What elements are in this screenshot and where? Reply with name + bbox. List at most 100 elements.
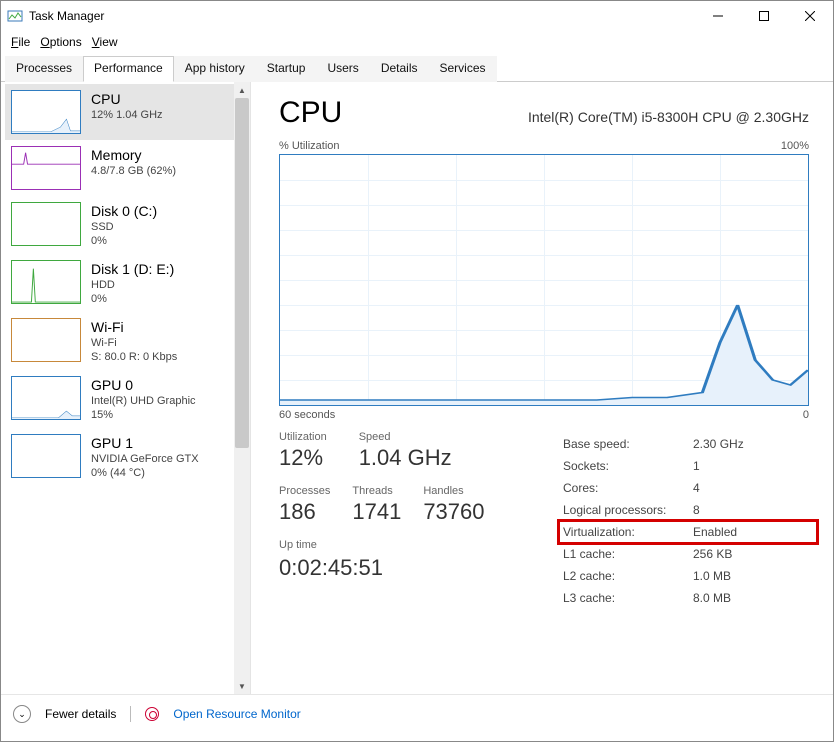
sidebar-item-wifi[interactable]: Wi-Fi Wi-Fi S: 80.0 R: 0 Kbps	[5, 312, 250, 370]
threads-value: 1741	[352, 499, 401, 525]
spec-row: L2 cache:1.0 MB	[563, 565, 809, 587]
collapse-icon[interactable]: ⌄	[13, 705, 31, 723]
spec-row: Virtualization:Enabled	[563, 521, 809, 543]
sidebar-sub: SSD	[91, 220, 157, 234]
spec-key: Cores:	[563, 481, 693, 495]
sidebar-label: GPU 1	[91, 434, 199, 452]
scroll-up-icon[interactable]: ▲	[234, 82, 250, 98]
scroll-down-icon[interactable]: ▼	[234, 678, 250, 694]
spec-value: 1.0 MB	[693, 569, 809, 583]
resource-monitor-icon[interactable]	[145, 707, 159, 721]
tab-strip: Processes Performance App history Startu…	[1, 55, 833, 82]
tab-processes[interactable]: Processes	[5, 56, 83, 82]
spec-key: Base speed:	[563, 437, 693, 451]
speed-value: 1.04 GHz	[359, 445, 452, 471]
spec-row: Sockets:1	[563, 455, 809, 477]
sidebar-label: Memory	[91, 146, 176, 164]
spec-value: 4	[693, 481, 809, 495]
sidebar-item-gpu0[interactable]: GPU 0 Intel(R) UHD Graphic 15%	[5, 370, 250, 428]
sidebar-label: GPU 0	[91, 376, 196, 394]
util-value: 12%	[279, 445, 327, 471]
maximize-button[interactable]	[741, 1, 787, 31]
sidebar-sub: Wi-Fi	[91, 336, 177, 350]
sidebar-item-cpu[interactable]: CPU 12% 1.04 GHz	[5, 84, 250, 140]
spec-value: Enabled	[693, 525, 809, 539]
sidebar-sub: 12% 1.04 GHz	[91, 108, 163, 122]
spec-row: Base speed:2.30 GHz	[563, 433, 809, 455]
util-label: Utilization	[279, 431, 327, 443]
app-icon	[7, 8, 23, 24]
sidebar-sub: HDD	[91, 278, 174, 292]
handles-value: 73760	[423, 499, 484, 525]
sidebar-sub: Intel(R) UHD Graphic	[91, 394, 196, 408]
spec-key: Sockets:	[563, 459, 693, 473]
spec-value: 8.0 MB	[693, 591, 809, 605]
window-title: Task Manager	[29, 9, 104, 23]
open-resource-monitor-link[interactable]: Open Resource Monitor	[173, 707, 300, 721]
sidebar-label: Disk 0 (C:)	[91, 202, 157, 220]
sidebar-item-disk1[interactable]: Disk 1 (D: E:) HDD 0%	[5, 254, 250, 312]
utilization-chart[interactable]	[279, 154, 809, 406]
scroll-thumb[interactable]	[235, 98, 249, 448]
handles-label: Handles	[423, 485, 484, 497]
sidebar-sub2: 0% (44 °C)	[91, 466, 199, 480]
main-panel: CPU Intel(R) Core(TM) i5-8300H CPU @ 2.3…	[251, 82, 833, 694]
tab-users[interactable]: Users	[316, 56, 369, 82]
performance-sidebar: CPU 12% 1.04 GHz Memory 4.8/7.8 GB (62%)	[1, 82, 251, 694]
sidebar-sub2: S: 80.0 R: 0 Kbps	[91, 350, 177, 364]
spec-value: 1	[693, 459, 809, 473]
menu-file[interactable]: File	[7, 33, 34, 51]
disk0-thumb	[11, 202, 81, 246]
menu-view[interactable]: View	[88, 33, 122, 51]
sidebar-sub: 4.8/7.8 GB (62%)	[91, 164, 176, 178]
spec-row: L1 cache:256 KB	[563, 543, 809, 565]
spec-key: Logical processors:	[563, 503, 693, 517]
titlebar[interactable]: Task Manager	[1, 1, 833, 31]
sidebar-sub: NVIDIA GeForce GTX	[91, 452, 199, 466]
spec-key: L3 cache:	[563, 591, 693, 605]
memory-thumb	[11, 146, 81, 190]
chart-xmax: 60 seconds	[279, 409, 335, 421]
chart-line	[280, 155, 808, 405]
content-area: CPU 12% 1.04 GHz Memory 4.8/7.8 GB (62%)	[1, 82, 833, 694]
tab-performance[interactable]: Performance	[83, 56, 174, 82]
spec-value: 2.30 GHz	[693, 437, 809, 451]
tab-startup[interactable]: Startup	[256, 56, 317, 82]
tab-details[interactable]: Details	[370, 56, 429, 82]
page-title: CPU	[279, 96, 342, 130]
threads-label: Threads	[352, 485, 401, 497]
sidebar-item-disk0[interactable]: Disk 0 (C:) SSD 0%	[5, 196, 250, 254]
divider	[130, 706, 131, 722]
sidebar-item-gpu1[interactable]: GPU 1 NVIDIA GeForce GTX 0% (44 °C)	[5, 428, 250, 486]
close-button[interactable]	[787, 1, 833, 31]
spec-key: L2 cache:	[563, 569, 693, 583]
uptime-value: 0:02:45:51	[279, 555, 539, 581]
tab-services[interactable]: Services	[429, 56, 497, 82]
sidebar-scrollbar[interactable]: ▲ ▼	[234, 82, 250, 694]
disk1-thumb	[11, 260, 81, 304]
sidebar-sub2: 0%	[91, 234, 157, 248]
cpu-spec-table: Base speed:2.30 GHzSockets:1Cores:4Logic…	[563, 433, 809, 609]
spec-key: L1 cache:	[563, 547, 693, 561]
proc-value: 186	[279, 499, 330, 525]
tab-app-history[interactable]: App history	[174, 56, 256, 82]
chart-xmin: 0	[803, 409, 809, 421]
spec-key: Virtualization:	[563, 525, 693, 539]
sidebar-item-memory[interactable]: Memory 4.8/7.8 GB (62%)	[5, 140, 250, 196]
spec-row: L3 cache:8.0 MB	[563, 587, 809, 609]
speed-label: Speed	[359, 431, 452, 443]
task-manager-window: Task Manager File Options View Processes…	[0, 0, 834, 742]
sidebar-sub2: 0%	[91, 292, 174, 306]
fewer-details-link[interactable]: Fewer details	[45, 707, 116, 721]
spec-value: 256 KB	[693, 547, 809, 561]
menu-options[interactable]: Options	[36, 33, 85, 51]
sidebar-label: Wi-Fi	[91, 318, 177, 336]
wifi-thumb	[11, 318, 81, 362]
sidebar-label: CPU	[91, 90, 163, 108]
chart-ylabel: % Utilization	[279, 140, 340, 152]
spec-value: 8	[693, 503, 809, 517]
uptime-label: Up time	[279, 539, 539, 551]
minimize-button[interactable]	[695, 1, 741, 31]
menu-bar: File Options View	[1, 31, 833, 53]
cpu-model: Intel(R) Core(TM) i5-8300H CPU @ 2.30GHz	[366, 109, 809, 125]
